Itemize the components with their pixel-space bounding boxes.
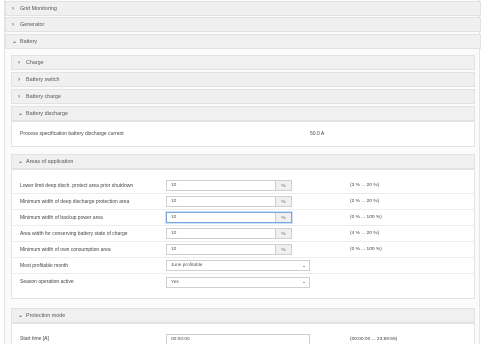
subsection-title: Battery discharge: [26, 110, 68, 117]
select-value[interactable]: June profitable: [167, 263, 299, 268]
area-label: Minimum width of backup power area: [20, 214, 103, 221]
area-row: Minimum width of own consumption area 10…: [12, 242, 474, 258]
discharge-current-value: 50.0 A: [310, 131, 325, 137]
discharge-current-label: Process specification battery discharge …: [20, 131, 124, 137]
section-grid-monitoring[interactable]: › Grid Monitoring: [5, 1, 481, 16]
chevron-down-icon[interactable]: ⌄: [299, 263, 309, 269]
settings-container: › Grid Monitoring › Generator ⌄ Battery …: [4, 0, 481, 344]
section-title: Battery: [20, 38, 38, 45]
season-operation-row: Season operation active Yes ⌄: [12, 274, 474, 290]
area-label: Minimum width of own consumption area: [20, 246, 111, 253]
subsection-title: Battery switch: [26, 76, 60, 83]
chevron-right-icon: ›: [18, 93, 20, 100]
most-profitable-month-select[interactable]: June profitable ⌄: [166, 260, 310, 271]
subsection-battery-discharge[interactable]: ⌄ Battery discharge: [11, 106, 475, 121]
subsection-title: Battery charge: [26, 93, 62, 100]
subsection-charge[interactable]: › Charge: [11, 55, 475, 70]
area-input[interactable]: 10 %: [166, 228, 292, 239]
subsection-title: Areas of application: [26, 158, 74, 165]
subsection-battery-switch[interactable]: › Battery switch: [11, 72, 475, 87]
area-row: Area width for conserving battery state …: [12, 226, 474, 242]
area-range: (0 % ... 100 %): [350, 247, 382, 252]
chevron-down-icon: ⌄: [18, 111, 24, 117]
chevron-right-icon: ›: [12, 5, 14, 12]
area-input-value[interactable]: 10: [167, 231, 275, 236]
unit-label: %: [275, 197, 291, 206]
area-input[interactable]: 10 %: [166, 196, 292, 207]
area-row: Lower limit deep disch. protect area pri…: [12, 178, 474, 194]
section-battery[interactable]: ⌄ Battery: [5, 34, 481, 49]
unit-label: %: [275, 181, 291, 190]
protection-panel: Start time [A] 00:00:00 (00:00:00 ... 23…: [11, 323, 475, 344]
start-time-label: Start time [A]: [20, 336, 49, 342]
start-time-input[interactable]: 00:00:00: [166, 333, 310, 344]
area-range: (2 % ... 20 %): [350, 199, 380, 204]
area-input-focused[interactable]: 10 %: [166, 212, 292, 223]
area-row: Minimum width of deep discharge protecti…: [12, 194, 474, 210]
most-profitable-month-label: Most profitable month: [20, 262, 69, 269]
area-input-value[interactable]: 10: [167, 199, 275, 204]
chevron-down-icon: ⌄: [18, 313, 24, 319]
unit-label: %: [275, 213, 291, 222]
area-range: (4 % ... 20 %): [350, 231, 380, 236]
area-label: Minimum width of deep discharge protecti…: [20, 198, 130, 205]
subsection-areas-of-application[interactable]: ⌄ Areas of application: [11, 154, 475, 169]
chevron-right-icon: ›: [12, 21, 14, 28]
area-range: (3 % ... 20 %): [350, 183, 380, 188]
unit-label: %: [275, 245, 291, 254]
chevron-down-icon: ⌄: [12, 39, 18, 45]
area-input[interactable]: 10 %: [166, 244, 292, 255]
chevron-right-icon: ›: [18, 76, 20, 83]
section-title: Generator: [20, 21, 45, 28]
start-time-value[interactable]: 00:00:00: [167, 337, 190, 342]
section-generator[interactable]: › Generator: [5, 17, 481, 32]
chevron-down-icon: ⌄: [18, 159, 24, 165]
area-row: Minimum width of backup power area 10 % …: [12, 210, 474, 226]
season-operation-label: Season operation active: [20, 279, 74, 285]
discharge-current-row: Process specification battery discharge …: [12, 126, 474, 142]
subsection-title: Protection mode: [26, 312, 66, 319]
most-profitable-month-row: Most profitable month June profitable ⌄: [12, 258, 474, 274]
area-input-value[interactable]: 10: [167, 247, 275, 252]
discharge-panel: Process specification battery discharge …: [11, 121, 475, 147]
area-range: (0 % ... 100 %): [350, 215, 382, 220]
unit-label: %: [275, 229, 291, 238]
start-time-row: Start time [A] 00:00:00 (00:00:00 ... 23…: [12, 331, 474, 344]
subsection-battery-charge[interactable]: › Battery charge: [11, 89, 475, 104]
area-input[interactable]: 10 %: [166, 180, 292, 191]
areas-panel: Lower limit deep disch. protect area pri…: [11, 169, 475, 299]
area-label: Area width for conserving battery state …: [20, 230, 128, 237]
start-time-range: (00:00:00 ... 23:59:59): [350, 336, 398, 342]
area-label: Lower limit deep disch. protect area pri…: [20, 182, 134, 189]
section-title: Grid Monitoring: [20, 5, 57, 12]
area-input-value[interactable]: 10: [167, 183, 275, 188]
subsection-protection-mode[interactable]: ⌄ Protection mode: [11, 308, 475, 323]
chevron-right-icon: ›: [18, 59, 20, 66]
season-operation-select[interactable]: Yes ⌄: [166, 276, 310, 288]
chevron-down-icon[interactable]: ⌄: [299, 279, 309, 285]
area-input-value[interactable]: 10: [167, 215, 275, 220]
subsection-title: Charge: [26, 59, 44, 66]
select-value[interactable]: Yes: [167, 280, 299, 285]
